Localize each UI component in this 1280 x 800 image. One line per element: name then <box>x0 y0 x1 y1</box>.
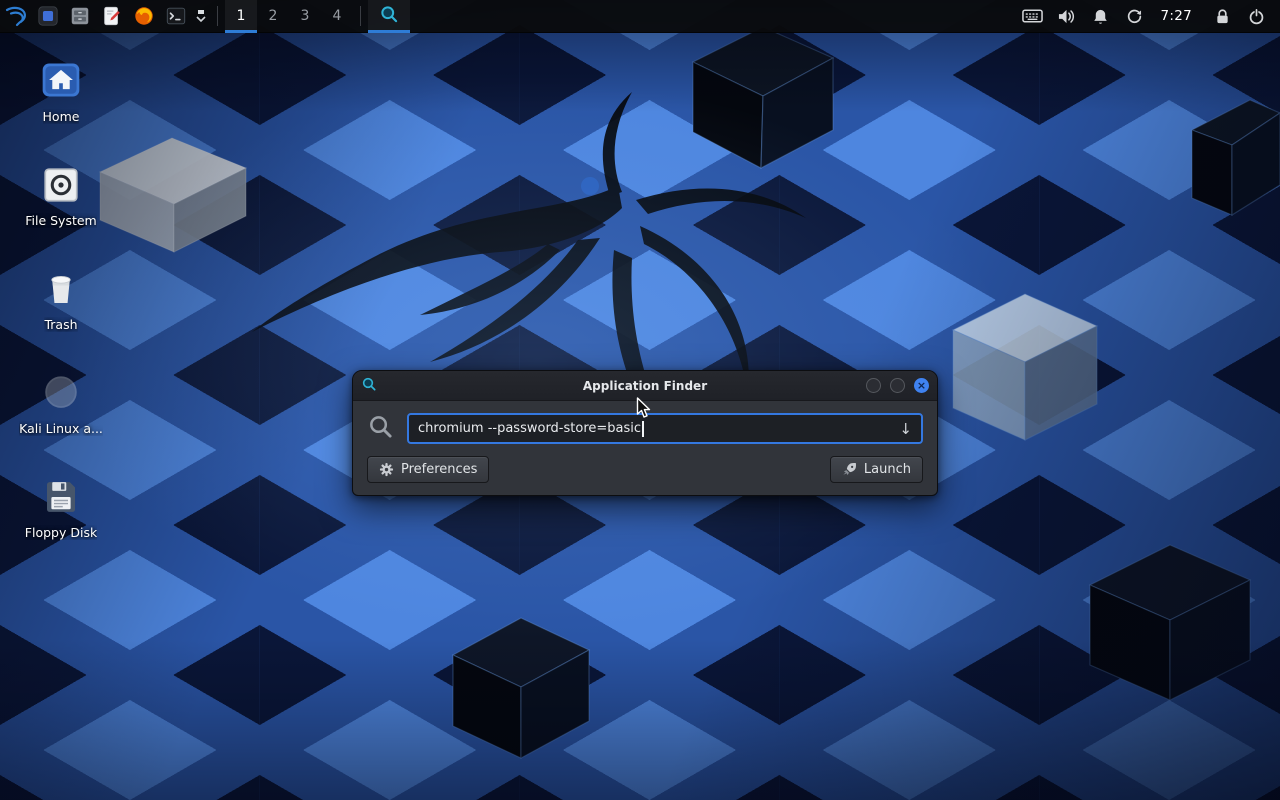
window-controls: × <box>866 378 929 393</box>
firefox-launcher[interactable] <box>128 0 160 33</box>
speaker-icon <box>1057 8 1076 25</box>
application-finder-icon <box>361 376 377 396</box>
rocket-launch-icon <box>842 462 857 477</box>
faded-installer-icon <box>40 368 82 414</box>
notifications[interactable] <box>1086 0 1114 33</box>
terminal-icon <box>165 5 187 27</box>
chevron-down-icon <box>195 9 207 23</box>
kali-menu-button[interactable] <box>0 0 32 33</box>
desktop-icon-label: File System <box>25 213 97 228</box>
lock-screen-button[interactable] <box>1208 0 1236 33</box>
gear-icon <box>379 462 394 477</box>
updates-indicator[interactable] <box>1120 0 1148 33</box>
application-finder-window: Application Finder × chromium --password… <box>352 370 938 496</box>
workspace-2[interactable]: 2 <box>257 0 289 33</box>
dropdown-arrow-icon[interactable]: ↓ <box>891 420 912 438</box>
magnifier-icon <box>379 4 399 28</box>
floppy-disk-icon <box>40 472 82 518</box>
keyboard-indicator[interactable] <box>1018 0 1046 33</box>
top-panel: 1 2 3 4 7:27 <box>0 0 1280 33</box>
minimize-button[interactable] <box>866 378 881 393</box>
circular-arrow-icon <box>1126 8 1143 25</box>
desktop-icon-kali-installer[interactable]: Kali Linux a... <box>20 368 102 436</box>
workspace-3[interactable]: 3 <box>289 0 321 33</box>
document-pencil-icon <box>101 5 123 27</box>
text-editor-launcher[interactable] <box>96 0 128 33</box>
file-manager-launcher[interactable] <box>64 0 96 33</box>
desktop-icon-trash[interactable]: Trash <box>20 264 102 332</box>
keyboard-icon <box>1022 8 1043 24</box>
panel-separator <box>360 6 361 26</box>
launch-label: Launch <box>864 462 911 477</box>
desktop-icon-label: Trash <box>44 317 77 332</box>
close-button[interactable]: × <box>914 378 929 393</box>
desktop-icon-file-system[interactable]: File System <box>20 160 102 228</box>
window-buttons-launcher[interactable] <box>32 0 64 33</box>
preferences-label: Preferences <box>401 462 477 477</box>
kali-dragon-icon <box>4 4 28 28</box>
terminal-dropdown-button[interactable] <box>192 0 210 33</box>
workspace-1[interactable]: 1 <box>225 0 257 33</box>
cabinet-icon <box>69 5 91 27</box>
bell-icon <box>1092 8 1109 25</box>
command-text: chromium --password-store=basic <box>418 421 641 436</box>
preferences-button[interactable]: Preferences <box>367 456 489 483</box>
maximize-button[interactable] <box>890 378 905 393</box>
panel-separator <box>217 6 218 26</box>
desktop-icon-column: Home File System Trash Kali Linux a... F… <box>20 56 102 576</box>
desktop-icon-floppy[interactable]: Floppy Disk <box>20 472 102 540</box>
window-icon <box>37 5 59 27</box>
disk-drive-icon <box>40 160 82 206</box>
logout-button[interactable] <box>1242 0 1270 33</box>
mouse-cursor <box>636 397 656 423</box>
workspace-4[interactable]: 4 <box>321 0 353 33</box>
home-folder-icon <box>39 56 83 102</box>
volume-control[interactable] <box>1052 0 1080 33</box>
padlock-icon <box>1215 8 1230 25</box>
desktop-icon-label: Floppy Disk <box>25 525 97 540</box>
desktop-icon-label: Kali Linux a... <box>19 421 103 436</box>
clock[interactable]: 7:27 <box>1154 8 1202 24</box>
terminal-launcher[interactable] <box>160 0 192 33</box>
desktop-icon-home[interactable]: Home <box>20 56 102 124</box>
window-title: Application Finder <box>583 379 707 393</box>
system-tray: 7:27 <box>1018 0 1280 33</box>
taskbar-application-finder[interactable] <box>368 0 410 33</box>
command-input[interactable]: chromium --password-store=basic ↓ <box>407 413 923 444</box>
desktop-icon-label: Home <box>43 109 80 124</box>
power-icon <box>1248 8 1265 25</box>
search-icon <box>367 413 394 444</box>
firefox-icon <box>133 5 155 27</box>
launch-button[interactable]: Launch <box>830 456 923 483</box>
trash-bucket-icon <box>40 264 82 310</box>
